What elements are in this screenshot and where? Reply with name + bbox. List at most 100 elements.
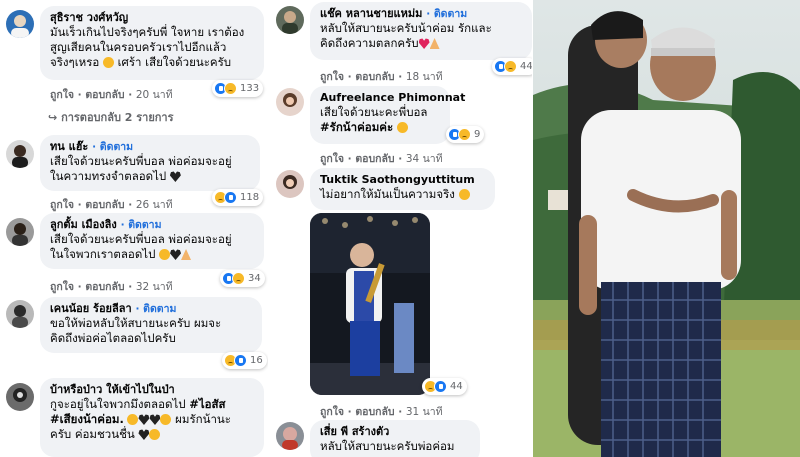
- reaction-summary[interactable]: 133: [212, 80, 264, 97]
- comment-bubble: เสี่ย พี สร้างตัว หลับให้สบายนะครับพ่อค่…: [310, 420, 480, 457]
- reaction-count: 16: [250, 355, 263, 366]
- comment-line: คิดถึงพ่อค่อไตลอดไปครับ: [50, 331, 176, 345]
- pray-emoji-icon: [181, 249, 192, 260]
- comment-text: มันเร็วเกินไปจริงๆครับพี่ ใจหาย เราต้อง …: [50, 25, 254, 70]
- commenter-name[interactable]: สุธิราช วงศ์หวัญ: [50, 11, 254, 25]
- like-reaction-icon: [234, 354, 247, 367]
- like-button[interactable]: ถูกใจ: [50, 199, 74, 211]
- reaction-count: 118: [240, 192, 260, 203]
- pray-emoji-icon: [429, 38, 440, 49]
- avatar[interactable]: [276, 170, 304, 198]
- commenter-name[interactable]: เคนน้อย ร้อยลีลา: [50, 302, 132, 315]
- comment-line: ในใจพวกเราตลอดไป: [50, 247, 254, 262]
- view-replies-label: การตอบกลับ 2 รายการ: [61, 111, 174, 124]
- like-button[interactable]: ถูกใจ: [320, 71, 344, 83]
- comment-line: เสียใจด้วยนะครับพี่บอล พ่อค่อมจะอยู่: [50, 232, 232, 246]
- black-heart-emoji-icon: [170, 249, 182, 260]
- comment-line: เสียใจด้วยนะคะพี่บอล: [320, 105, 428, 119]
- like-reaction-icon: [224, 191, 237, 204]
- reply-button[interactable]: ตอบกลับ: [355, 153, 394, 165]
- comment-text: เสียใจด้วยนะครับพี่บอล พ่อค่อมจะอยู่ ในใ…: [50, 232, 254, 262]
- reaction-summary[interactable]: 118: [212, 189, 264, 206]
- comment-line: กูจะอยู่ในใจพวกมึงตลอดไป #ไอสัส: [50, 397, 254, 412]
- like-reaction-icon: [434, 380, 447, 393]
- follow-link[interactable]: · ติดตาม: [92, 141, 133, 153]
- reaction-summary[interactable]: 44: [422, 378, 467, 395]
- comment-actions: ถูกใจ · ตอบกลับ · 34 นาที: [320, 153, 443, 165]
- reaction-summary[interactable]: 9: [446, 126, 485, 143]
- comment-line-part: ครับ ค่อมชวนชื่น: [50, 427, 139, 441]
- commenter-name[interactable]: Aufreelance Phimonnat: [320, 91, 465, 105]
- avatar[interactable]: [276, 88, 304, 116]
- timestamp[interactable]: 32 นาที: [136, 281, 173, 293]
- like-button[interactable]: ถูกใจ: [320, 406, 344, 418]
- reaction-count: 44: [520, 61, 532, 72]
- like-button[interactable]: ถูกใจ: [50, 281, 74, 293]
- hashtag-link[interactable]: #ไอสัส: [189, 397, 225, 411]
- follow-link[interactable]: · ติดตาม: [426, 8, 467, 20]
- avatar[interactable]: [276, 6, 304, 34]
- avatar[interactable]: [276, 422, 304, 450]
- commenter-name[interactable]: แช๊ค หลานชายแหม่ม: [320, 7, 422, 20]
- follow-link[interactable]: · ติดตาม: [136, 303, 177, 315]
- timestamp[interactable]: 31 นาที: [406, 406, 443, 418]
- avatar[interactable]: [6, 140, 34, 168]
- comment-text: ขอให้พ่อหลับให้สบายนะครับ ผมจะ คิดถึงพ่อ…: [50, 316, 252, 346]
- comment-text: กูจะอยู่ในใจพวกมึงตลอดไป #ไอสัส #เสียงน้…: [50, 397, 254, 442]
- reply-button[interactable]: ตอบกลับ: [355, 406, 394, 418]
- comments-column-middle: แช๊ค หลานชายแหม่ม · ติดตาม หลับให้สบายนะ…: [270, 0, 532, 457]
- comment-line: คิดถึงความตลกครับ: [320, 36, 522, 51]
- reaction-summary[interactable]: 16: [222, 352, 267, 369]
- avatar[interactable]: [6, 383, 34, 411]
- sad-reaction-icon: [504, 60, 517, 73]
- crying-emoji-icon: [149, 429, 161, 440]
- follow-link[interactable]: · ติดตาม: [121, 219, 162, 231]
- sad-reaction-icon: [224, 82, 237, 95]
- comment-text: ไม่อยากให้มันเป็นความจริง: [320, 187, 485, 202]
- reply-button[interactable]: ตอบกลับ: [85, 281, 124, 293]
- reaction-summary[interactable]: 34: [220, 270, 265, 287]
- reply-button[interactable]: ตอบกลับ: [355, 71, 394, 83]
- comment-text: หลับให้สบายนะครับน้าค่อม รักและ คิดถึงคว…: [320, 21, 522, 51]
- comment-actions: ถูกใจ · ตอบกลับ · 18 นาที: [320, 71, 443, 83]
- commenter-name[interactable]: Tuktik Saothongyuttitum: [320, 173, 485, 187]
- black-heart-emoji-icon: [138, 429, 150, 440]
- timestamp[interactable]: 18 นาที: [406, 71, 443, 83]
- avatar[interactable]: [6, 10, 34, 38]
- avatar[interactable]: [6, 218, 34, 246]
- comment-bubble: เคนน้อย ร้อยลีลา · ติดตาม ขอให้พ่อหลับให…: [40, 297, 262, 353]
- commenter-name[interactable]: บ้าหรือป่าว ให้เข้าไปในป่า: [50, 383, 254, 397]
- timestamp[interactable]: 34 นาที: [406, 153, 443, 165]
- hashtag-link[interactable]: #รักน้าค่อมค่ะ: [320, 120, 393, 134]
- reply-button[interactable]: ตอบกลับ: [85, 199, 124, 211]
- like-button[interactable]: ถูกใจ: [320, 153, 344, 165]
- comment-text: หลับให้สบายนะครับพ่อค่อม: [320, 439, 470, 454]
- comments-column-left: สุธิราช วงศ์หวัญ มันเร็วเกินไปจริงๆครับพ…: [0, 0, 268, 457]
- comment-photo[interactable]: [310, 213, 430, 395]
- reaction-count: 9: [474, 129, 481, 140]
- commenter-name[interactable]: ทน แฮ๊ะ: [50, 140, 88, 153]
- comment-line-part: ผมรักน้านะ: [171, 412, 231, 426]
- comment-actions: ถูกใจ · ตอบกลับ · 26 นาที: [50, 199, 173, 211]
- comment-line: ไม่อยากให้มันเป็นความจริง: [320, 187, 485, 202]
- avatar[interactable]: [6, 300, 34, 328]
- sad-emoji-icon: [396, 122, 408, 133]
- black-heart-emoji-icon: [138, 414, 150, 425]
- hashtag-link[interactable]: #เสียงน้าค่อม.: [50, 412, 124, 426]
- comment-bubble: ลูกตั้ม เมืองลิง · ติดตาม เสียใจด้วยนะคร…: [40, 213, 264, 269]
- reply-button[interactable]: ตอบกลับ: [85, 89, 124, 101]
- comment-line-part: ในความทรงจำตลอดไป: [50, 169, 170, 183]
- reaction-summary[interactable]: 44: [492, 58, 532, 75]
- view-replies-link[interactable]: ↪ การตอบกลับ 2 รายการ: [48, 108, 174, 126]
- comment-bubble: Aufreelance Phimonnat เสียใจด้วยนะคะพี่บ…: [310, 86, 465, 144]
- comment-line-part: เศร้า เสียใจด้วยนะครับ: [113, 55, 232, 69]
- commenter-name[interactable]: ลูกตั้ม เมืองลิง: [50, 218, 117, 231]
- comment-bubble: แช๊ค หลานชายแหม่ม · ติดตาม หลับให้สบายนะ…: [310, 2, 532, 60]
- timestamp[interactable]: 20 นาที: [136, 89, 173, 101]
- commenter-name[interactable]: เสี่ย พี สร้างตัว: [320, 425, 470, 439]
- timestamp[interactable]: 26 นาที: [136, 199, 173, 211]
- comment-actions: ถูกใจ · ตอบกลับ · 31 นาที: [320, 406, 443, 418]
- comment-line: หลับให้สบายนะครับน้าค่อม รักและ: [320, 21, 492, 35]
- like-button[interactable]: ถูกใจ: [50, 89, 74, 101]
- comment-line: หลับให้สบายนะครับพ่อค่อม: [320, 439, 455, 453]
